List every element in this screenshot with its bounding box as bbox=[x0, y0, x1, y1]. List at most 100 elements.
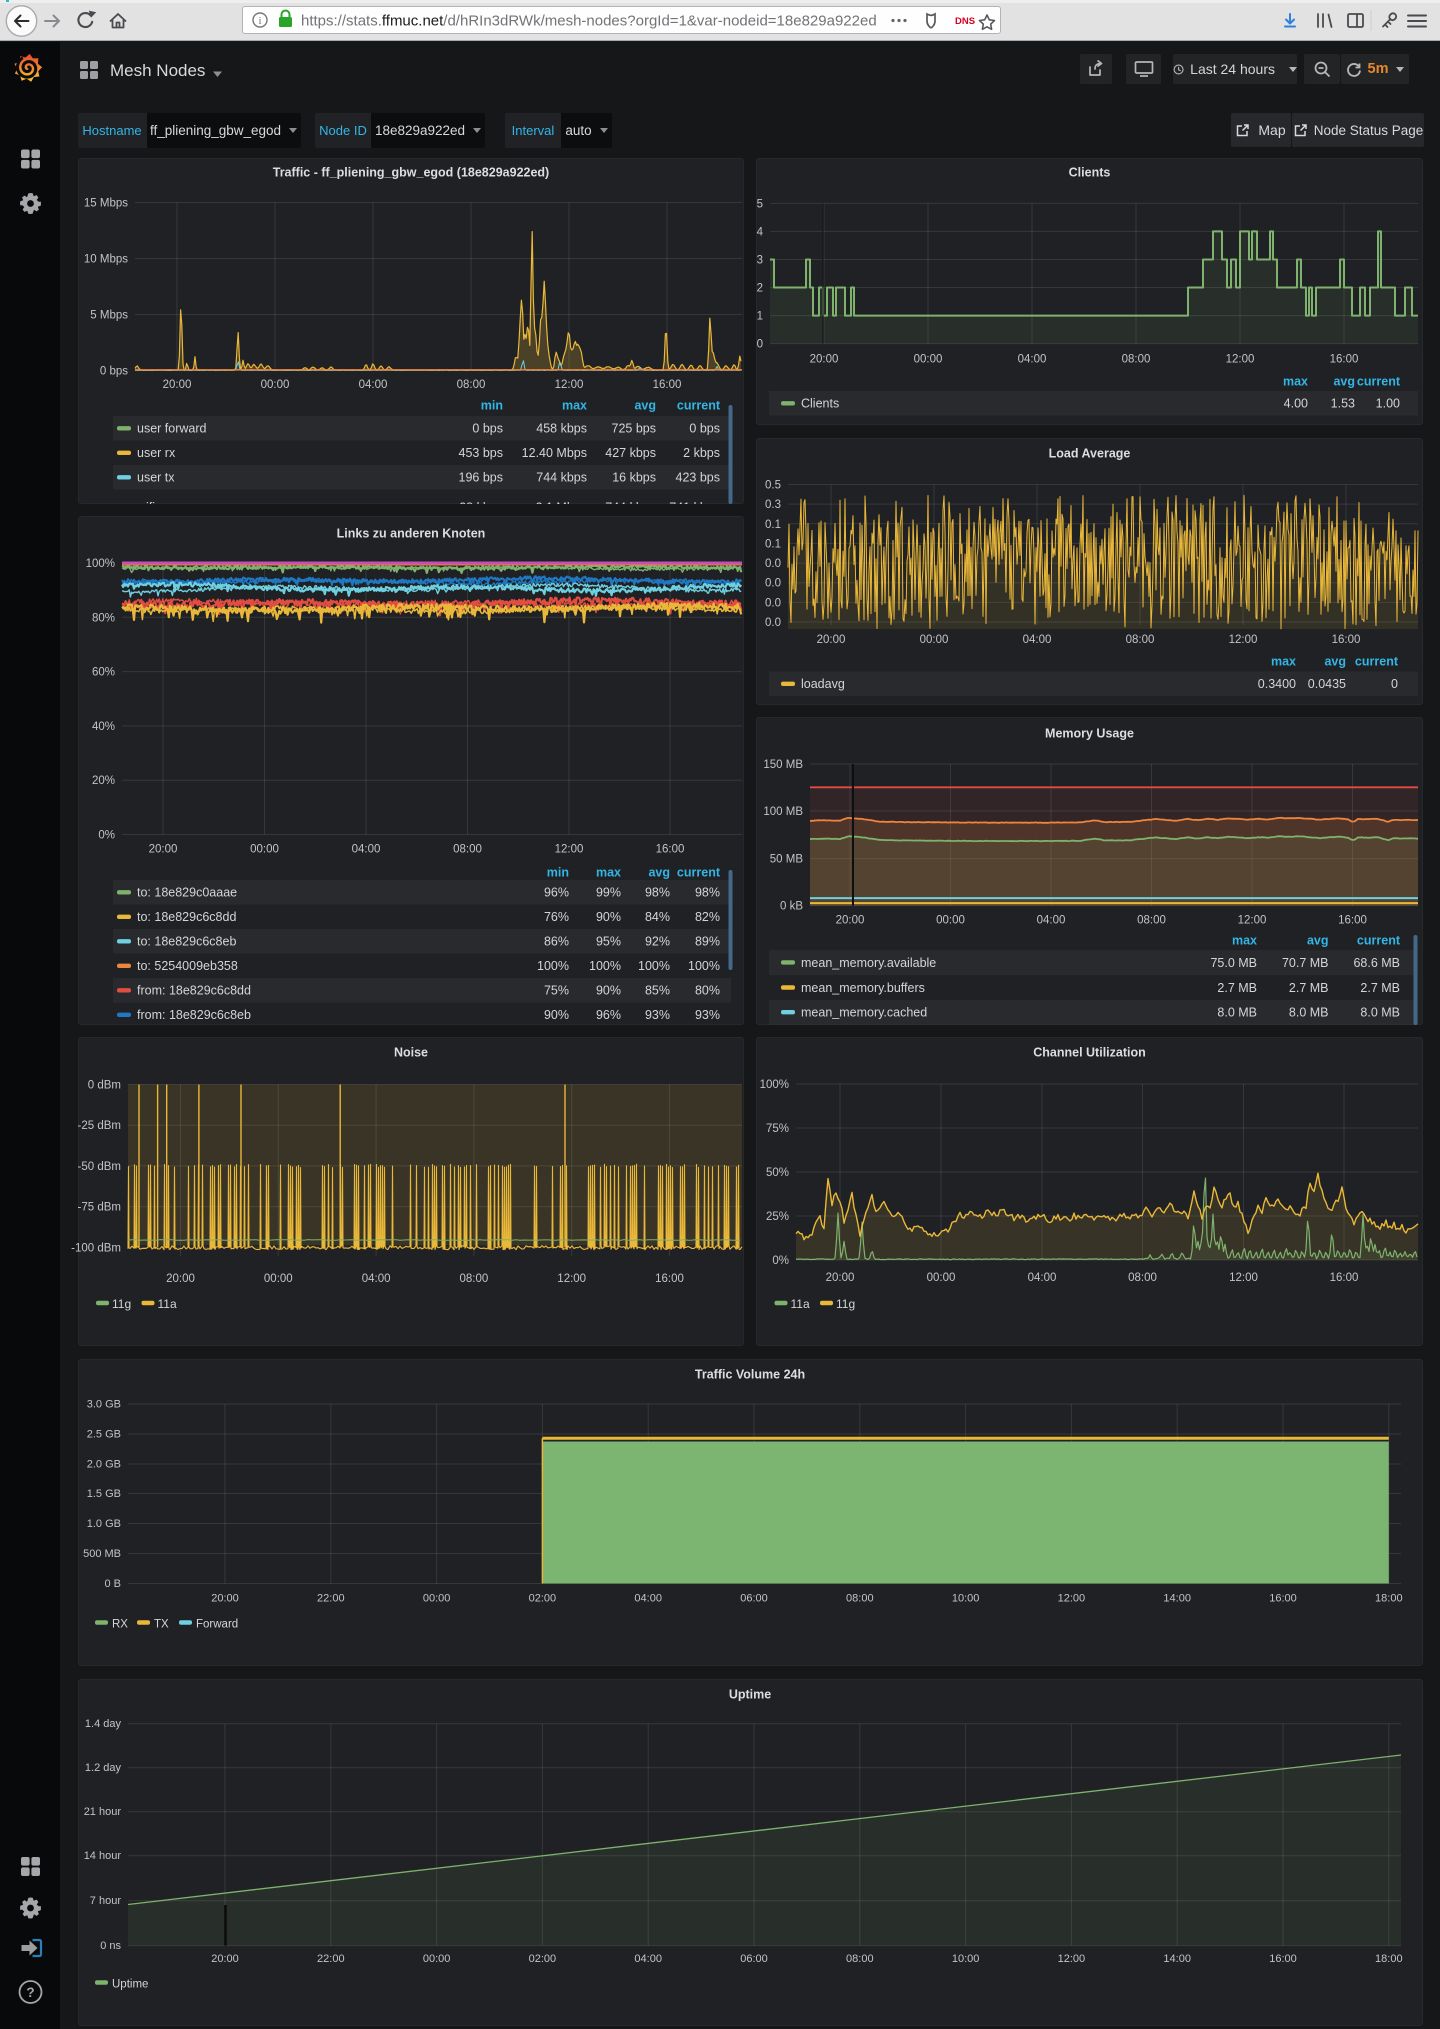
svg-text:100%: 100% bbox=[760, 1079, 789, 1091]
svg-text:16:00: 16:00 bbox=[1330, 1272, 1359, 1284]
svg-text:100 MB: 100 MB bbox=[763, 806, 803, 818]
svg-text:3: 3 bbox=[757, 255, 763, 267]
svg-text:50 MB: 50 MB bbox=[770, 854, 804, 866]
svg-text:10:00: 10:00 bbox=[952, 1953, 980, 1965]
svg-text:20:00: 20:00 bbox=[211, 1593, 239, 1605]
svg-text:0 ns: 0 ns bbox=[100, 1940, 121, 1952]
svg-text:60%: 60% bbox=[92, 667, 115, 679]
svg-text:16:00: 16:00 bbox=[656, 844, 685, 856]
svg-text:min: min bbox=[481, 399, 503, 413]
svg-text:741 kbps: 741 kbps bbox=[669, 500, 720, 514]
svg-text:70.7 MB: 70.7 MB bbox=[1282, 956, 1329, 970]
svg-text:423 bps: 423 bps bbox=[676, 471, 720, 485]
svg-text:25%: 25% bbox=[766, 1211, 789, 1223]
svg-text:04:00: 04:00 bbox=[1023, 634, 1052, 646]
svg-text:00:00: 00:00 bbox=[423, 1953, 451, 1965]
svg-text:50%: 50% bbox=[766, 1167, 789, 1179]
svg-text:12:00: 12:00 bbox=[1238, 915, 1267, 927]
svg-text:08:00: 08:00 bbox=[1126, 634, 1155, 646]
svg-text:00:00: 00:00 bbox=[250, 844, 279, 856]
svg-text:00:00: 00:00 bbox=[920, 634, 949, 646]
svg-text:max: max bbox=[596, 866, 621, 880]
svg-text:20:00: 20:00 bbox=[211, 1953, 239, 1965]
svg-text:4: 4 bbox=[757, 226, 764, 238]
svg-text:from: 18e829c6c8dd: from: 18e829c6c8dd bbox=[137, 984, 251, 998]
svg-text:90%: 90% bbox=[596, 910, 621, 924]
svg-text:93%: 93% bbox=[645, 1008, 670, 1022]
svg-text:08:00: 08:00 bbox=[457, 379, 486, 391]
svg-text:00:00: 00:00 bbox=[264, 1273, 293, 1285]
svg-text:80%: 80% bbox=[92, 612, 115, 624]
svg-text:68.6 MB: 68.6 MB bbox=[1353, 956, 1400, 970]
svg-text:427 kbps: 427 kbps bbox=[605, 446, 656, 460]
svg-text:0.1: 0.1 bbox=[765, 519, 781, 531]
svg-text:Noise: Noise bbox=[394, 1046, 428, 1060]
svg-text:Uptime: Uptime bbox=[112, 1978, 148, 1990]
svg-text:12:00: 12:00 bbox=[1226, 353, 1255, 365]
svg-text:7 hour: 7 hour bbox=[90, 1895, 122, 1907]
svg-text:0.0: 0.0 bbox=[765, 578, 781, 590]
svg-text:150 MB: 150 MB bbox=[763, 759, 803, 771]
svg-text:96%: 96% bbox=[596, 1008, 621, 1022]
svg-text:100%: 100% bbox=[537, 959, 569, 973]
svg-text:current: current bbox=[1355, 655, 1399, 669]
svg-text:20:00: 20:00 bbox=[166, 1273, 195, 1285]
svg-text:14:00: 14:00 bbox=[1163, 1593, 1191, 1605]
svg-text:1.4 day: 1.4 day bbox=[85, 1718, 122, 1730]
svg-text:18:00: 18:00 bbox=[1375, 1953, 1403, 1965]
svg-text:2.7 MB: 2.7 MB bbox=[1217, 981, 1257, 995]
svg-text:16:00: 16:00 bbox=[1338, 915, 1367, 927]
svg-text:0 bps: 0 bps bbox=[472, 422, 503, 436]
svg-text:Memory Usage: Memory Usage bbox=[1045, 727, 1134, 741]
svg-text:12:00: 12:00 bbox=[1229, 634, 1258, 646]
svg-text:2: 2 bbox=[757, 283, 763, 295]
svg-text:02:00: 02:00 bbox=[529, 1953, 557, 1965]
svg-text:0 bps: 0 bps bbox=[100, 366, 128, 378]
svg-text:Channel Utilization: Channel Utilization bbox=[1033, 1046, 1146, 1060]
svg-text:75.0 MB: 75.0 MB bbox=[1210, 956, 1257, 970]
svg-text:28 kbps: 28 kbps bbox=[459, 500, 503, 514]
svg-text:453 bps: 453 bps bbox=[459, 446, 503, 460]
svg-text:Traffic Volume 24h: Traffic Volume 24h bbox=[695, 1368, 805, 1382]
svg-text:99%: 99% bbox=[596, 886, 621, 900]
svg-text:04:00: 04:00 bbox=[634, 1593, 662, 1605]
svg-text:08:00: 08:00 bbox=[846, 1953, 874, 1965]
svg-text:06:00: 06:00 bbox=[740, 1953, 768, 1965]
svg-text:84%: 84% bbox=[645, 910, 670, 924]
svg-text:95%: 95% bbox=[596, 935, 621, 949]
svg-text:12.40 Mbps: 12.40 Mbps bbox=[522, 446, 587, 460]
svg-text:2.7 MB: 2.7 MB bbox=[1289, 981, 1329, 995]
svg-text:04:00: 04:00 bbox=[1037, 915, 1066, 927]
svg-text:16:00: 16:00 bbox=[655, 1273, 684, 1285]
svg-text:21 hour: 21 hour bbox=[84, 1806, 122, 1818]
svg-text:Clients: Clients bbox=[801, 397, 839, 411]
svg-text:max: max bbox=[1283, 375, 1308, 389]
svg-text:00:00: 00:00 bbox=[914, 353, 943, 365]
svg-text:current: current bbox=[1357, 934, 1401, 948]
svg-text:8.0 MB: 8.0 MB bbox=[1360, 1006, 1400, 1020]
svg-text:08:00: 08:00 bbox=[846, 1593, 874, 1605]
svg-text:22:00: 22:00 bbox=[317, 1593, 345, 1605]
svg-text:8.0 MB: 8.0 MB bbox=[1217, 1006, 1257, 1020]
svg-text:2.1 Mbps: 2.1 Mbps bbox=[536, 500, 587, 514]
svg-text:16 kbps: 16 kbps bbox=[612, 471, 656, 485]
svg-text:500 MB: 500 MB bbox=[83, 1548, 121, 1560]
svg-text:08:00: 08:00 bbox=[1128, 1272, 1157, 1284]
svg-text:DNS: DNS bbox=[955, 16, 975, 27]
svg-text:11g: 11g bbox=[112, 1297, 131, 1311]
svg-text:to: 18e829c6c8dd: to: 18e829c6c8dd bbox=[137, 910, 236, 924]
svg-text:100%: 100% bbox=[638, 959, 670, 973]
svg-text:2.0 GB: 2.0 GB bbox=[87, 1459, 121, 1471]
svg-text:11g: 11g bbox=[836, 1297, 855, 1311]
svg-text:100%: 100% bbox=[86, 558, 115, 570]
svg-text:16:00: 16:00 bbox=[1330, 353, 1359, 365]
svg-text:100%: 100% bbox=[688, 959, 720, 973]
svg-text:4.00: 4.00 bbox=[1284, 397, 1308, 411]
svg-text:08:00: 08:00 bbox=[453, 844, 482, 856]
svg-text:to: 18e829c6c8eb: to: 18e829c6c8eb bbox=[137, 935, 236, 949]
svg-text:-25 dBm: -25 dBm bbox=[78, 1120, 121, 1132]
svg-text:20%: 20% bbox=[92, 775, 115, 787]
svg-text:i: i bbox=[258, 15, 261, 27]
svg-text:76%: 76% bbox=[544, 910, 569, 924]
svg-text:2 kbps: 2 kbps bbox=[683, 446, 720, 460]
